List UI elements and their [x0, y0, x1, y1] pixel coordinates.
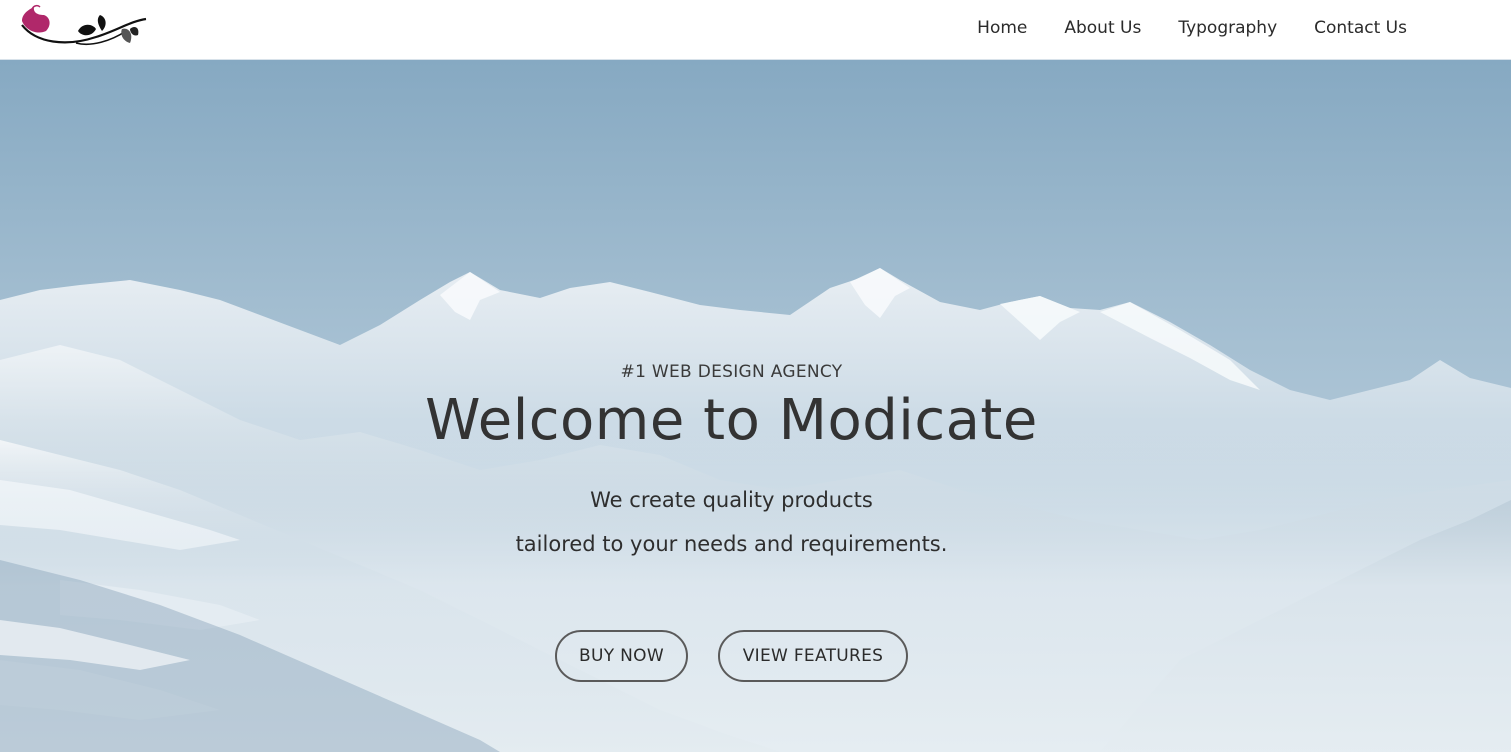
nav-home-link[interactable]: Home — [977, 18, 1027, 38]
nav-about-us-link[interactable]: About Us — [1064, 18, 1141, 38]
hero-tagline: #1 WEB DESIGN AGENCY — [620, 362, 843, 382]
buy-now-button[interactable]: BUY NOW — [555, 630, 688, 682]
site-header: Home About Us Typography Contact Us — [0, 0, 1511, 60]
view-features-button[interactable]: VIEW FEATURES — [718, 630, 908, 682]
hero-content: #1 WEB DESIGN AGENCY Welcome to Modicate… — [0, 60, 1511, 752]
hero-subtitle-line1: We create quality products — [590, 488, 873, 512]
hero-title: Welcome to Modicate — [425, 388, 1038, 453]
hero-section: #1 WEB DESIGN AGENCY Welcome to Modicate… — [0, 60, 1511, 752]
nav-typography-link[interactable]: Typography — [1178, 18, 1277, 38]
hero-subtitle-line2: tailored to your needs and requirements. — [515, 532, 948, 556]
nav-contact-us-link[interactable]: Contact Us — [1314, 18, 1407, 38]
main-nav: Home About Us Typography Contact Us — [940, 0, 1407, 56]
logo-icon[interactable] — [16, 3, 150, 51]
